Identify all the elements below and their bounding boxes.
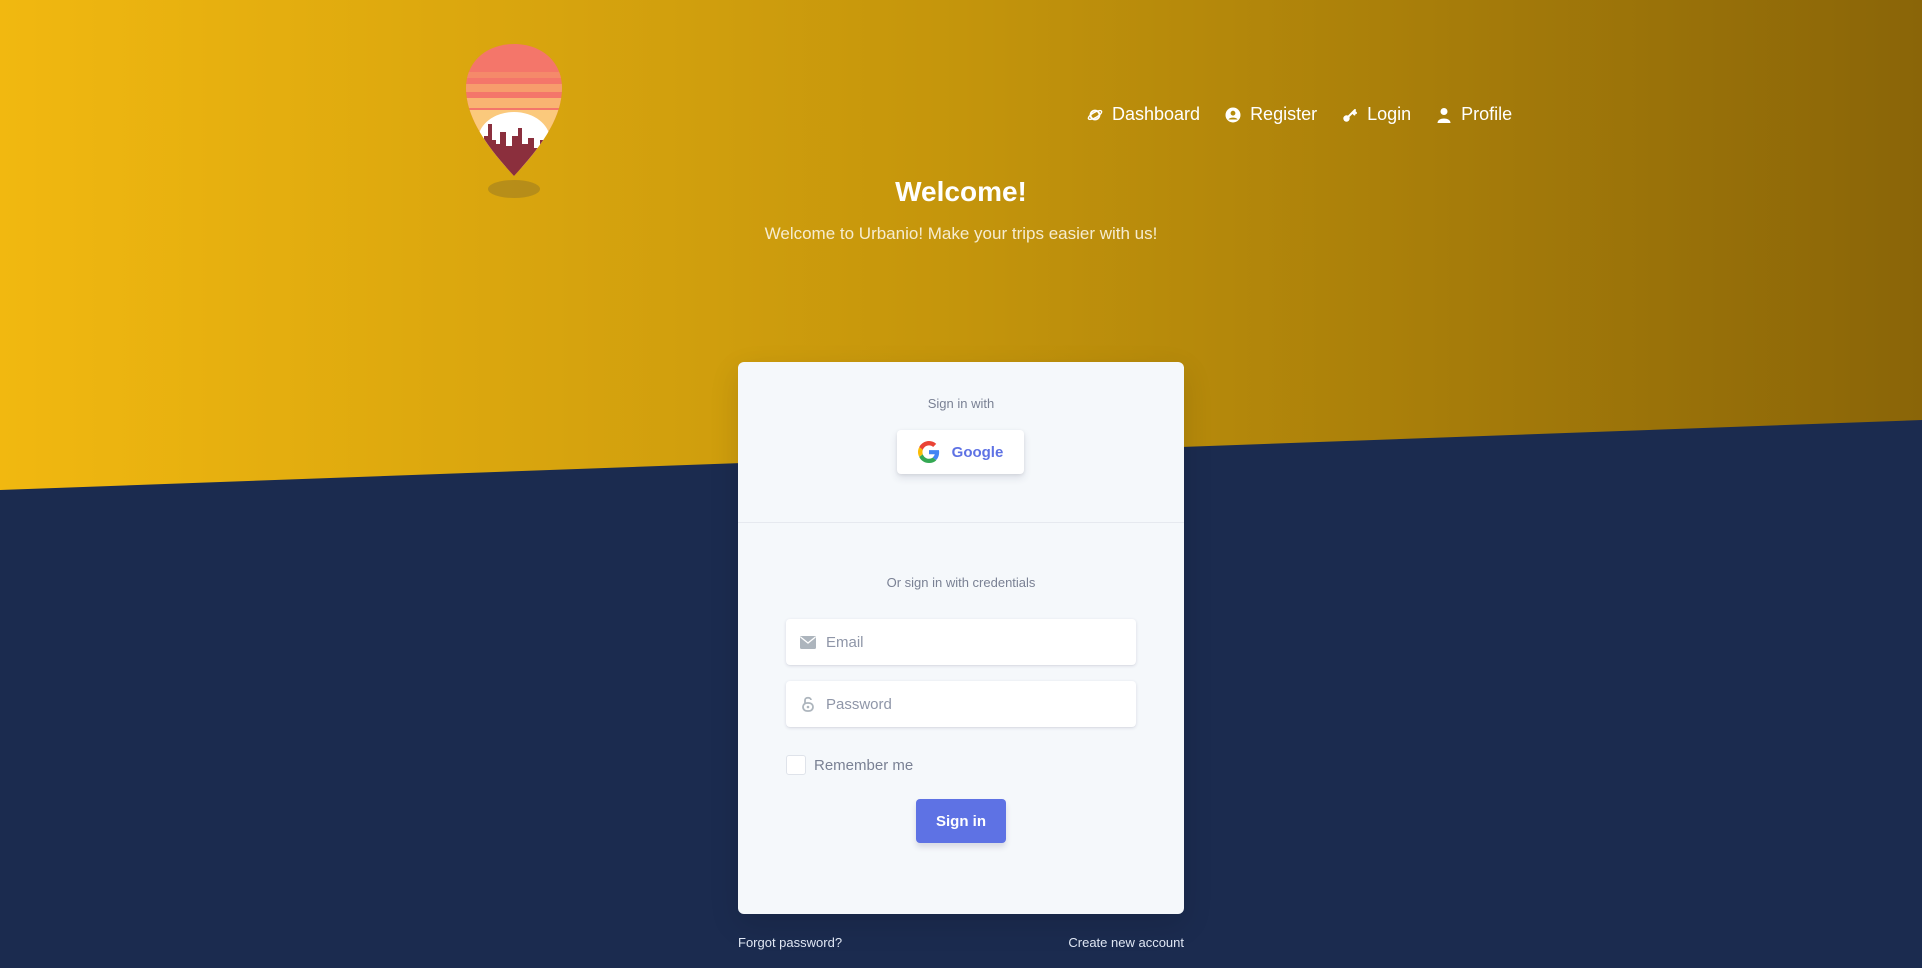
social-login-section: Sign in with Google <box>738 362 1184 523</box>
top-nav: Dashboard Register Login Profile <box>1086 104 1512 125</box>
planet-icon <box>1086 106 1104 124</box>
google-icon <box>917 441 940 463</box>
nav-label-register: Register <box>1250 104 1318 124</box>
remember-me-checkbox[interactable] <box>786 755 806 775</box>
sign-in-with-label: Sign in with <box>927 396 995 411</box>
user-icon <box>1435 106 1453 124</box>
lock-open-icon <box>798 694 818 714</box>
google-sign-in-button[interactable]: Google <box>897 430 1024 474</box>
nav-item-dashboard[interactable]: Dashboard <box>1086 104 1200 125</box>
page-subtitle: Welcome to Urbanio! Make your trips easi… <box>764 224 1158 243</box>
password-field[interactable] <box>786 681 1136 727</box>
remember-me-label: Remember me <box>814 756 914 774</box>
login-card: Sign in with Google Or sign in with cred… <box>738 362 1184 914</box>
user-circle-icon <box>1224 106 1242 124</box>
nav-label-profile: Profile <box>1461 104 1513 124</box>
email-input[interactable] <box>826 633 1126 651</box>
password-input[interactable] <box>826 695 1126 713</box>
nav-item-register[interactable]: Register <box>1224 104 1317 125</box>
create-account-link[interactable]: Create new account <box>1068 935 1184 950</box>
nav-item-profile[interactable]: Profile <box>1435 104 1512 125</box>
page-title: Welcome! <box>895 176 1027 207</box>
sign-in-button[interactable]: Sign in <box>916 799 1006 843</box>
nav-label-dashboard: Dashboard <box>1112 104 1201 124</box>
forgot-password-link[interactable]: Forgot password? <box>738 935 842 950</box>
nav-item-login[interactable]: Login <box>1341 104 1411 125</box>
remember-me[interactable]: Remember me <box>786 755 913 775</box>
page: Dashboard Register Login Profile Welcome… <box>0 0 1922 970</box>
key-icon <box>1341 106 1359 124</box>
credentials-label: Or sign in with credentials <box>886 575 1036 590</box>
google-button-label: Google <box>951 443 1004 461</box>
nav-label-login: Login <box>1367 104 1412 124</box>
envelope-icon <box>798 632 818 652</box>
email-field[interactable] <box>786 619 1136 665</box>
